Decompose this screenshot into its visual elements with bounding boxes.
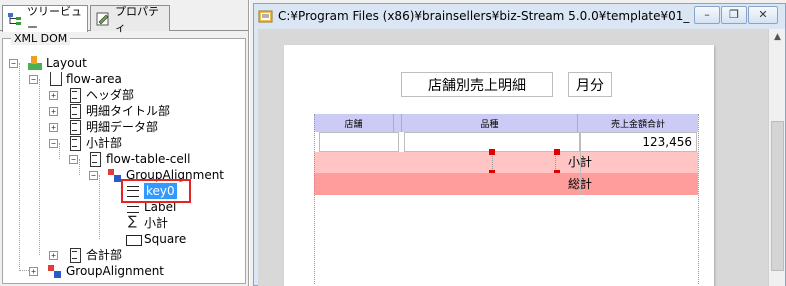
tab-properties-label: プロパティ: [115, 4, 159, 34]
collapse-icon[interactable]: −: [29, 74, 38, 84]
expand-icon[interactable]: +: [29, 266, 38, 276]
subtotal-value-field[interactable]: [580, 152, 697, 173]
tree-connector: [99, 175, 100, 239]
panel-tabbar: ツリービュー プロパティ: [0, 5, 249, 34]
tree-node-label: Layout: [46, 56, 87, 70]
collapse-icon[interactable]: −: [69, 154, 78, 164]
section-icon: [67, 247, 83, 263]
tree-node-label: 小計部: [86, 136, 123, 150]
tree-node-label: 明細データ部: [86, 120, 159, 134]
report-title: 店舗別売上明細: [428, 77, 526, 94]
close-button[interactable]: ✕: [748, 6, 778, 24]
document-window: C:¥Program Files (x86)¥brainsellers¥biz-…: [253, 3, 786, 286]
detail-header-band[interactable]: 店舗 品種 売上金額合計: [314, 114, 698, 132]
document-title: C:¥Program Files (x86)¥brainsellers¥biz-…: [278, 9, 690, 23]
tree-node-label: 明細タイトル部: [86, 104, 171, 118]
tree-node-label: ヘッダ部: [86, 88, 135, 102]
sum-icon: [125, 214, 141, 231]
xml-dom-tree: − Layout − flow-area + ヘッダ部 + 明細タイトル部 +: [3, 39, 245, 283]
tab-properties[interactable]: プロパティ: [90, 5, 170, 34]
vertical-scrollbar[interactable]: ▲: [768, 29, 785, 286]
section-icon: [67, 119, 83, 135]
total-value-field[interactable]: [580, 173, 697, 195]
properties-icon: [95, 11, 111, 27]
expand-icon[interactable]: +: [49, 122, 58, 132]
section-icon: [67, 135, 83, 151]
month-label: 月分: [576, 77, 604, 94]
flow-area-icon: [47, 71, 63, 87]
tree-node-label: 合計部: [86, 248, 123, 262]
tree-view-icon: [7, 11, 23, 27]
page-guide-line: [314, 114, 315, 284]
tree-node-group-alignment-2[interactable]: + GroupAlignment: [29, 263, 164, 279]
report-page[interactable]: 店舗別売上明細 月分 店舗 品種 売上金額合計 123,456 小計 総計: [284, 45, 714, 286]
column-header-label: 売上金額合計: [610, 119, 665, 130]
tree-node-total-section[interactable]: + 合計部: [49, 247, 122, 263]
collapse-icon[interactable]: −: [49, 138, 58, 148]
design-canvas[interactable]: 店舗別売上明細 月分 店舗 品種 売上金額合計 123,456 小計 総計: [258, 29, 768, 286]
page-guide-line: [698, 114, 699, 284]
month-label-box[interactable]: 月分: [568, 72, 612, 97]
restore-button[interactable]: ❐: [721, 6, 747, 24]
document-titlebar[interactable]: C:¥Program Files (x86)¥brainsellers¥biz-…: [254, 4, 785, 28]
tree-node-label: Square: [144, 232, 187, 246]
subtotal-band[interactable]: 小計: [314, 149, 698, 176]
expand-icon[interactable]: +: [49, 90, 58, 100]
document-area: C:¥Program Files (x86)¥brainsellers¥biz-…: [250, 0, 786, 286]
collapse-icon[interactable]: −: [9, 58, 18, 68]
left-panel: ツリービュー プロパティ XML DOM − Layout − flow-are…: [0, 0, 249, 286]
section-icon: [67, 87, 83, 103]
tree-node-label: 小計: [144, 216, 169, 230]
subtotal-key-field[interactable]: [492, 152, 556, 173]
column-header-label: 品種: [480, 119, 499, 130]
resize-handle[interactable]: [489, 149, 495, 155]
expand-icon[interactable]: +: [49, 250, 58, 260]
tree-node-subtotal[interactable]: 小計: [125, 214, 169, 231]
tree-connector: [39, 79, 40, 255]
sales-total-field[interactable]: 123,456: [580, 132, 697, 152]
group-alignment-icon: [47, 263, 63, 279]
selection-highlight-box: [121, 179, 191, 203]
column-header-store[interactable]: 店舗: [314, 114, 394, 132]
column-header-label: 店舗: [344, 119, 363, 130]
tree-node-label: flow-area: [66, 72, 122, 86]
tree-node-layout[interactable]: − Layout: [9, 55, 87, 71]
xml-dom-group: XML DOM − Layout − flow-area + ヘッダ部 + 明細…: [2, 32, 246, 284]
tree-node-flow-area[interactable]: − flow-area: [29, 71, 122, 87]
scroll-up-icon[interactable]: ▲: [769, 29, 786, 46]
tree-node-square[interactable]: Square: [125, 231, 186, 247]
section-icon: [87, 151, 103, 167]
tab-tree-view-label: ツリービュー: [27, 5, 82, 34]
tree-connector: [19, 63, 20, 271]
minimize-button[interactable]: –: [694, 6, 720, 24]
total-band[interactable]: 総計: [314, 173, 698, 195]
tree-node-subtotal-section[interactable]: − 小計部: [49, 135, 122, 151]
store-field[interactable]: [319, 132, 399, 152]
tree-node-label: flow-table-cell: [106, 152, 191, 166]
column-gap: [394, 114, 402, 132]
scrollbar-thumb[interactable]: [771, 121, 784, 271]
tree-node-detail-data-section[interactable]: + 明細データ部: [49, 119, 158, 135]
section-icon: [67, 103, 83, 119]
tree-node-flow-table-cell[interactable]: − flow-table-cell: [69, 151, 190, 167]
detail-data-band[interactable]: 123,456: [314, 132, 698, 152]
tree-node-label: GroupAlignment: [66, 264, 165, 278]
resize-handle[interactable]: [554, 149, 560, 155]
tree-node-header-section[interactable]: + ヘッダ部: [49, 87, 134, 103]
report-title-box[interactable]: 店舗別売上明細: [401, 72, 553, 97]
expand-icon[interactable]: +: [49, 106, 58, 116]
column-header-item[interactable]: 品種: [402, 114, 578, 132]
column-header-sales-total[interactable]: 売上金額合計: [578, 114, 698, 132]
document-icon: [258, 8, 274, 24]
tree-node-detail-title-section[interactable]: + 明細タイトル部: [49, 103, 170, 119]
square-icon: [125, 231, 142, 247]
collapse-icon[interactable]: −: [89, 170, 98, 180]
tab-tree-view[interactable]: ツリービュー: [2, 5, 88, 34]
layout-icon: [27, 55, 43, 71]
